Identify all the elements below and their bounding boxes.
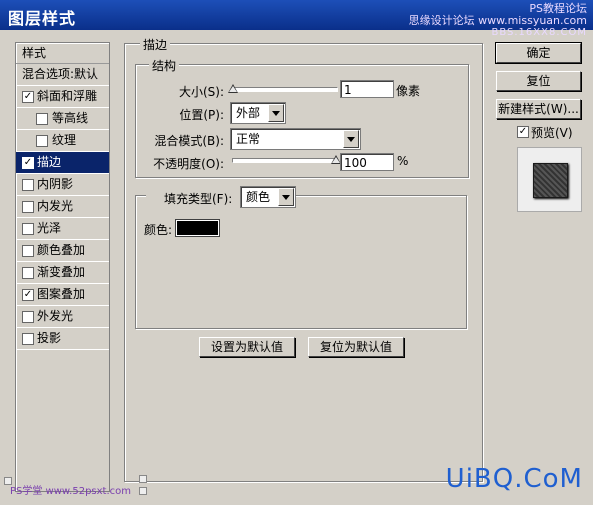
blend-mode-label: 混合模式(B): <box>154 134 224 148</box>
size-slider-track[interactable] <box>232 87 338 92</box>
style-checkbox[interactable]: ✓ <box>22 91 34 103</box>
style-item-label: 图案叠加 <box>37 287 86 301</box>
style-item-label: 纹理 <box>52 133 77 147</box>
blend-mode-select[interactable]: 正常 <box>230 128 361 150</box>
style-item[interactable]: 外发光 <box>16 306 109 328</box>
top-watermark: PS教程论坛 思缘设计论坛 www.missyuan.com BBS.16XX8… <box>409 3 587 39</box>
style-checkbox[interactable] <box>22 333 34 345</box>
color-label: 颜色: <box>144 223 173 237</box>
chevron-down-icon[interactable] <box>343 130 359 148</box>
style-checkbox[interactable] <box>22 267 34 279</box>
style-item[interactable]: 投影 <box>16 328 109 350</box>
styles-header[interactable]: 样式 <box>16 43 109 64</box>
style-item-label: 光泽 <box>37 221 62 235</box>
styles-list: 样式 混合选项:默认 ✓ 斜面和浮雕 等高线 纹理 ✓ 描边 内阴影 内发光 光泽 颜色叠加 渐变叠… <box>15 42 110 492</box>
size-label: 大小(S): <box>178 85 224 99</box>
position-label: 位置(P): <box>179 108 224 122</box>
style-item[interactable]: 颜色叠加 <box>16 240 109 262</box>
size-slider-thumb[interactable] <box>228 84 238 93</box>
style-checkbox[interactable] <box>36 113 48 125</box>
uibq-watermark: UiBQ.CoM <box>445 464 583 494</box>
style-item-label: 斜面和浮雕 <box>37 89 98 103</box>
ok-button[interactable]: 确定 <box>495 42 582 64</box>
dialog-title: 图层样式 <box>8 9 77 28</box>
style-item-label: 等高线 <box>52 111 89 125</box>
style-item-label: 投影 <box>37 331 62 345</box>
bottom-left-watermark: PS学堂 www.52psxt.com <box>10 486 132 497</box>
opacity-slider-track[interactable] <box>232 158 338 163</box>
watermark-forum: 思缘设计论坛 www.missyuan.com <box>408 14 587 27</box>
resize-grip-icon <box>139 475 147 483</box>
structure-group-title: 结构 <box>149 57 180 74</box>
style-checkbox[interactable] <box>22 223 34 235</box>
size-unit: 像素 <box>396 84 421 98</box>
position-value: 外部 <box>236 106 261 120</box>
blending-options-item[interactable]: 混合选项:默认 <box>16 64 109 86</box>
reset-button[interactable]: 复位 <box>496 71 581 91</box>
position-select[interactable]: 外部 <box>230 102 286 124</box>
title-bar[interactable]: 图层样式 PS教程论坛 思缘设计论坛 www.missyuan.com BBS.… <box>0 0 593 38</box>
style-item-label: 内发光 <box>37 199 74 213</box>
size-value: 1 <box>344 83 352 97</box>
style-item-label: 颜色叠加 <box>37 243 86 257</box>
fill-type-select[interactable]: 颜色 <box>240 186 296 208</box>
blending-options-label: 混合选项:默认 <box>22 67 99 81</box>
style-item-label: 描边 <box>37 155 62 169</box>
preview-checkbox[interactable]: ✓ <box>517 126 529 138</box>
watermark-bbs: BBS.16XX8.COM <box>491 27 587 38</box>
chevron-down-icon[interactable] <box>268 104 284 122</box>
opacity-unit: % <box>397 154 409 168</box>
blend-mode-value: 正常 <box>236 132 261 146</box>
style-item[interactable]: 渐变叠加 <box>16 262 109 284</box>
resize-grip-icon <box>139 487 147 495</box>
stroke-group-title: 描边 <box>140 36 171 53</box>
style-checkbox[interactable] <box>22 311 34 323</box>
style-item[interactable]: 等高线 <box>16 108 109 130</box>
style-item-label: 外发光 <box>37 309 74 323</box>
opacity-label: 不透明度(O): <box>153 157 224 171</box>
style-checkbox[interactable] <box>22 179 34 191</box>
fill-group <box>135 195 467 329</box>
style-checkbox[interactable]: ✓ <box>22 157 34 169</box>
opacity-input[interactable]: 100 <box>340 153 394 171</box>
size-input[interactable]: 1 <box>340 80 394 98</box>
fill-type-value: 颜色 <box>246 190 271 204</box>
style-item[interactable]: 内阴影 <box>16 174 109 196</box>
style-item[interactable]: ✓ 斜面和浮雕 <box>16 86 109 108</box>
layer-style-dialog: 图层样式 PS教程论坛 思缘设计论坛 www.missyuan.com BBS.… <box>0 0 593 505</box>
style-item[interactable]: 内发光 <box>16 196 109 218</box>
style-preview <box>517 147 582 212</box>
chevron-down-icon[interactable] <box>278 188 294 206</box>
style-item[interactable]: ✓ 描边 <box>16 152 109 174</box>
style-item[interactable]: 光泽 <box>16 218 109 240</box>
opacity-value: 100 <box>344 156 367 170</box>
style-checkbox[interactable] <box>22 201 34 213</box>
style-item-label: 内阴影 <box>37 177 74 191</box>
style-item[interactable]: 纹理 <box>16 130 109 152</box>
style-checkbox[interactable] <box>36 135 48 147</box>
make-default-button[interactable]: 设置为默认值 <box>199 337 295 357</box>
preview-label[interactable]: 预览(V) <box>531 124 573 141</box>
preview-thumbnail <box>533 163 568 198</box>
style-item-label: 渐变叠加 <box>37 265 86 279</box>
style-checkbox[interactable]: ✓ <box>22 289 34 301</box>
new-style-button[interactable]: 新建样式(W)... <box>496 99 581 119</box>
reset-default-button[interactable]: 复位为默认值 <box>308 337 404 357</box>
style-checkbox[interactable] <box>22 245 34 257</box>
style-item[interactable]: ✓ 图案叠加 <box>16 284 109 306</box>
stroke-color-swatch[interactable] <box>176 220 219 236</box>
